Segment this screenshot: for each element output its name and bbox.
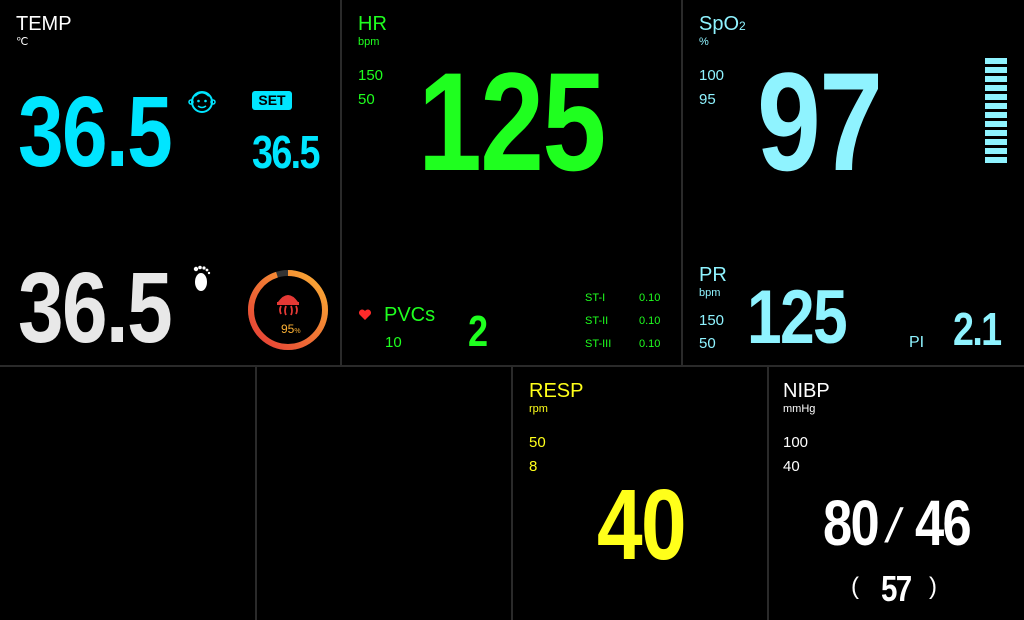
- nibp-limit-high: 100: [783, 434, 809, 451]
- nibp-unit: mmHg: [783, 403, 816, 415]
- resp-panel[interactable]: RESP rpm 50 8 40: [513, 367, 767, 620]
- temp-panel[interactable]: TEMP ℃ 36.5 SET 36.5 36.5 95%: [0, 0, 340, 365]
- signal-bar-segment: [985, 67, 1007, 73]
- resp-limit-low: 8: [529, 458, 538, 475]
- signal-strength-bar: [985, 58, 1007, 166]
- nibp-mean: 57: [881, 568, 912, 609]
- nibp-paren-open: (: [851, 573, 859, 600]
- signal-bar-segment: [985, 157, 1007, 163]
- pr-title: PR: [699, 264, 727, 286]
- signal-bar-segment: [985, 76, 1007, 82]
- heater-icon: [277, 295, 299, 316]
- spo2-value: 97: [757, 43, 883, 200]
- spo2-limit-high: 100: [699, 67, 725, 84]
- st-value: 0.10: [639, 292, 661, 304]
- pr-unit: bpm: [699, 287, 721, 299]
- spo2-limit-low: 95: [699, 91, 716, 108]
- spo2-panel[interactable]: SpO2 % 100 95 97 PR bpm 150 50 125 PI 2.…: [683, 0, 1024, 365]
- hr-title: HR: [358, 13, 387, 35]
- empty-panel[interactable]: [0, 367, 255, 620]
- spo2-title-sub: 2: [739, 19, 746, 33]
- spo2-title-text: SpO: [699, 13, 740, 35]
- st-value: 0.10: [639, 315, 661, 327]
- pr-limit-low: 50: [699, 335, 716, 352]
- nibp-separator: /: [882, 500, 906, 553]
- pvcs-limit: 10: [385, 334, 402, 351]
- nibp-systolic: 80: [823, 487, 880, 559]
- nibp-limit-low: 40: [783, 458, 800, 475]
- pr-limit-high: 150: [699, 312, 725, 329]
- heater-percent-value: 95: [281, 322, 295, 336]
- temp-title: TEMP: [16, 13, 72, 35]
- st-label: ST-I: [585, 292, 606, 304]
- temp-baby-value: 36.5: [18, 76, 173, 188]
- signal-bar-segment: [985, 94, 1007, 100]
- baby-face-icon: [188, 88, 216, 119]
- signal-bar-segment: [985, 130, 1007, 136]
- footprint-icon: [191, 264, 211, 297]
- signal-bar-segment: [985, 103, 1007, 109]
- pvcs-label: PVCs: [384, 304, 436, 326]
- nibp-panel[interactable]: NIBP mmHg 100 40 80 / 46 ( 57 ): [769, 367, 1024, 620]
- set-badge: SET: [252, 91, 292, 110]
- heater-ring-gauge: [246, 268, 330, 357]
- pi-value: 2.1: [953, 303, 1002, 355]
- signal-bar-segment: [985, 148, 1007, 154]
- resp-unit: rpm: [529, 403, 548, 415]
- empty-panel[interactable]: [257, 367, 511, 620]
- st-value: 0.10: [639, 338, 661, 350]
- resp-title: RESP: [529, 380, 584, 402]
- signal-bar-segment: [985, 139, 1007, 145]
- temp-set-value: 36.5: [252, 126, 320, 178]
- temp-unit: ℃: [16, 36, 29, 48]
- signal-bar-segment: [985, 58, 1007, 64]
- hr-panel[interactable]: HR bpm 150 50 125 PVCs 10 2 ST-I 0.10 ST…: [342, 0, 681, 365]
- signal-bar-segment: [985, 121, 1007, 127]
- spo2-unit: %: [699, 36, 709, 48]
- nibp-paren-close: ): [929, 573, 937, 600]
- resp-limit-high: 50: [529, 434, 546, 451]
- hr-limit-high: 150: [358, 67, 384, 84]
- nibp-title: NIBP: [783, 380, 830, 402]
- st-label: ST-III: [585, 338, 612, 350]
- resp-value: 40: [597, 469, 687, 581]
- pvcs-value: 2: [468, 307, 488, 356]
- hr-value: 125: [418, 43, 606, 200]
- temp-foot-value: 36.5: [18, 252, 173, 364]
- signal-bar-segment: [985, 85, 1007, 91]
- heater-percent: 95%: [281, 322, 301, 336]
- st-label: ST-II: [585, 315, 609, 327]
- pi-label: PI: [909, 334, 925, 351]
- signal-bar-segment: [985, 112, 1007, 118]
- heart-icon: [358, 308, 372, 326]
- nibp-diastolic: 46: [915, 487, 972, 559]
- hr-unit: bpm: [358, 36, 380, 48]
- pr-value: 125: [747, 275, 848, 360]
- hr-limit-low: 50: [358, 91, 375, 108]
- spo2-title: SpO2: [699, 14, 746, 34]
- heater-percent-unit: %: [294, 328, 301, 335]
